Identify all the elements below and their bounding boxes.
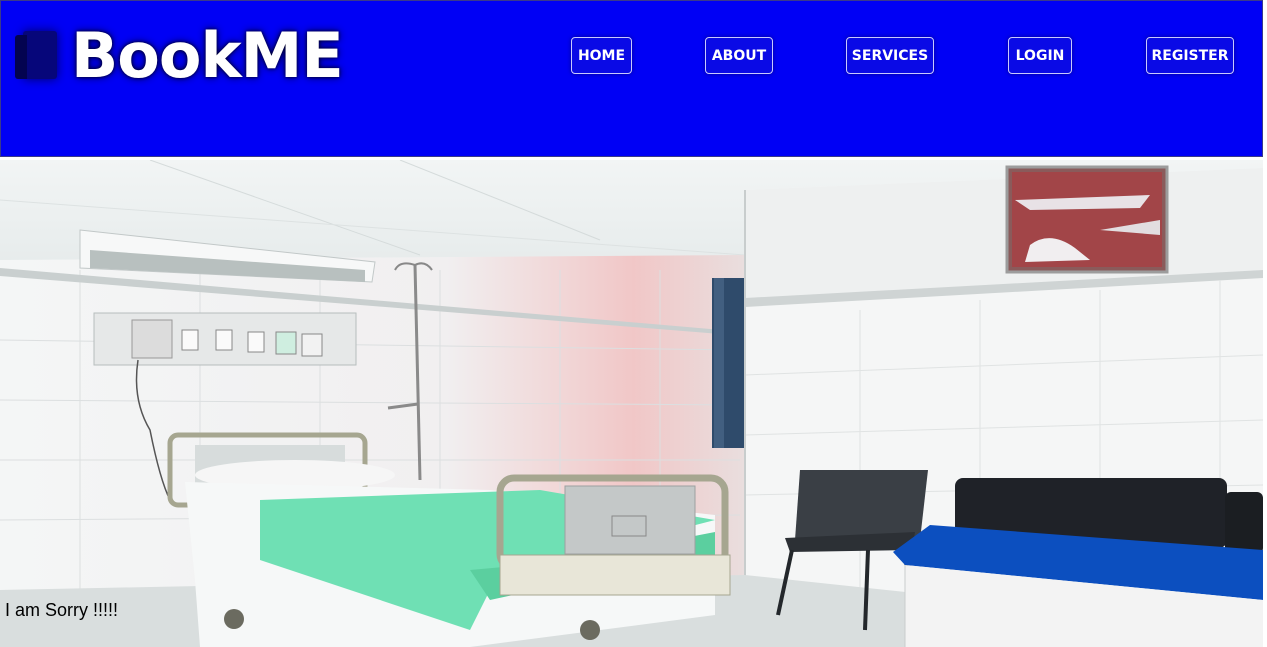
brand-name: BookME [71, 19, 344, 92]
hero-hospital-room-image [0, 160, 1263, 647]
nav-home-button[interactable]: HOME [571, 37, 632, 74]
nav-about-button[interactable]: ABOUT [705, 37, 773, 74]
sorry-message: I am Sorry !!!!! [5, 600, 119, 620]
book-icon [15, 31, 57, 79]
nav-login-button[interactable]: LOGIN [1008, 37, 1072, 74]
brand-logo[interactable]: BookME [15, 19, 344, 92]
nav-register-button[interactable]: REGISTER [1146, 37, 1234, 74]
nav-services-button[interactable]: SERVICES [846, 37, 934, 74]
site-header: BookME HOME ABOUT SERVICES LOGIN REGISTE… [0, 0, 1263, 157]
